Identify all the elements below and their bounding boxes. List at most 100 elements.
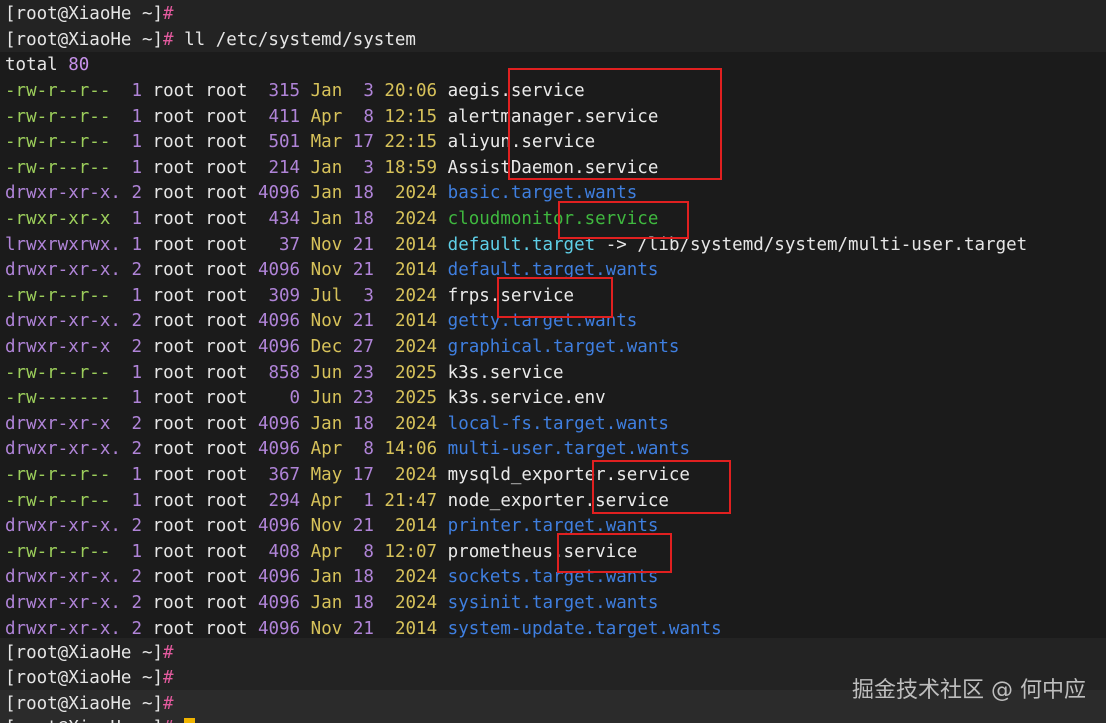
- permissions: -rw-r--r--: [5, 157, 111, 178]
- prompt-symbol: #: [163, 30, 174, 50]
- link-count: 1: [131, 285, 142, 306]
- group: root: [205, 81, 248, 101]
- time-or-year: 2024: [394, 465, 438, 485]
- link-count: 2: [131, 618, 142, 639]
- file-size: 4096: [257, 337, 301, 357]
- permissions: drwxr-xr-x.: [5, 260, 121, 281]
- group: root: [205, 465, 248, 485]
- group: root: [205, 285, 248, 306]
- link-count: 1: [131, 132, 142, 153]
- owner: root: [152, 260, 195, 281]
- permissions: -rw-r--r--: [5, 132, 111, 153]
- prompt-line: [root@XiaoHe ~]#: [5, 2, 174, 26]
- prompt-symbol: #: [163, 718, 174, 723]
- day: 18: [352, 209, 374, 229]
- group: root: [205, 183, 248, 204]
- month: Apr: [310, 439, 343, 460]
- owner: root: [152, 132, 195, 153]
- owner: root: [152, 439, 195, 460]
- owner: root: [152, 516, 195, 537]
- owner: root: [152, 106, 195, 127]
- owner: root: [152, 593, 195, 613]
- owner: root: [152, 362, 195, 383]
- terminal-window[interactable]: [root@XiaoHe ~]# [root@XiaoHe ~]# ll /et…: [0, 0, 1106, 723]
- time-or-year: 14:06: [384, 439, 438, 460]
- prompt-symbol: #: [163, 668, 174, 688]
- file-size: 858: [268, 362, 301, 383]
- month: Nov: [310, 234, 343, 255]
- owner: root: [152, 234, 195, 255]
- link-count: 1: [131, 106, 142, 127]
- highlight-box: [592, 460, 731, 514]
- file-name: sysinit.target.wants: [447, 593, 659, 613]
- file-size: 4096: [257, 618, 301, 639]
- total-line: total 80: [5, 53, 89, 77]
- group: root: [205, 209, 248, 229]
- permissions: drwxr-xr-x.: [5, 183, 121, 204]
- time-or-year: 2014: [394, 516, 438, 537]
- link-count: 2: [131, 439, 142, 460]
- group: root: [205, 234, 248, 255]
- time-or-year: 2024: [394, 209, 438, 229]
- day: 23: [352, 388, 374, 409]
- prompt-text: [root@XiaoHe ~]: [5, 718, 163, 723]
- month: Dec: [310, 337, 343, 357]
- permissions: -rw-r--r--: [5, 106, 111, 127]
- time-or-year: 2025: [394, 388, 438, 409]
- day: 8: [363, 106, 374, 127]
- day: 21: [352, 234, 374, 255]
- file-size: 4096: [257, 260, 301, 281]
- listing-row: drwxr-xr-x. 2 root root 4096 Jan 18 2024…: [5, 591, 658, 615]
- month: Jan: [310, 567, 343, 588]
- active-prompt-line[interactable]: [root@XiaoHe ~]#: [5, 716, 196, 723]
- group: root: [205, 132, 248, 153]
- command-text: ll /etc/systemd/system: [184, 30, 416, 50]
- file-name: multi-user.target.wants: [447, 439, 690, 460]
- listing-row: -rw-r--r-- 1 root root 294 Apr 1 21:47 n…: [5, 489, 669, 513]
- highlight-box: [557, 533, 672, 573]
- permissions: drwxr-xr-x.: [5, 311, 121, 332]
- file-name: local-fs.target.wants: [447, 413, 669, 434]
- permissions: drwxr-xr-x: [5, 413, 111, 434]
- file-size: 4096: [257, 439, 301, 460]
- month: Jan: [310, 81, 343, 101]
- file-size: 37: [279, 234, 301, 255]
- day: 17: [352, 465, 374, 485]
- permissions: -rw-r--r--: [5, 81, 111, 101]
- link-count: 2: [131, 567, 142, 588]
- group: root: [205, 157, 248, 178]
- file-name: graphical.target.wants: [447, 337, 680, 357]
- owner: root: [152, 209, 195, 229]
- month: Apr: [310, 490, 343, 511]
- listing-row: drwxr-xr-x. 2 root root 4096 Nov 21 2014…: [5, 617, 722, 641]
- month: Jun: [310, 388, 343, 409]
- highlight-box: [508, 68, 722, 180]
- time-or-year: 2024: [394, 593, 438, 613]
- owner: root: [152, 490, 195, 511]
- total-value: 80: [68, 55, 90, 75]
- group: root: [205, 567, 248, 588]
- day: 27: [352, 337, 374, 357]
- link-count: 2: [131, 260, 142, 281]
- owner: root: [152, 285, 195, 306]
- time-or-year: 2025: [394, 362, 438, 383]
- day: 17: [352, 132, 374, 153]
- group: root: [205, 490, 248, 511]
- day: 3: [363, 81, 374, 101]
- listing-row: drwxr-xr-x. 2 root root 4096 Apr 8 14:06…: [5, 437, 690, 461]
- prompt-symbol: #: [163, 643, 174, 663]
- time-or-year: 12:15: [384, 106, 438, 127]
- listing-row: -rw-r--r-- 1 root root 408 Apr 8 12:07 p…: [5, 540, 637, 564]
- day: 18: [352, 183, 374, 204]
- group: root: [205, 311, 248, 332]
- month: Nov: [310, 516, 343, 537]
- month: May: [310, 465, 343, 485]
- time-or-year: 20:06: [384, 81, 438, 101]
- owner: root: [152, 81, 195, 101]
- prompt-symbol: #: [163, 4, 174, 24]
- link-count: 2: [131, 183, 142, 204]
- prompt-symbol: #: [163, 694, 174, 714]
- time-or-year: 2014: [394, 234, 438, 255]
- prompt-text: [root@XiaoHe ~]: [5, 4, 164, 24]
- file-size: 4096: [257, 567, 301, 588]
